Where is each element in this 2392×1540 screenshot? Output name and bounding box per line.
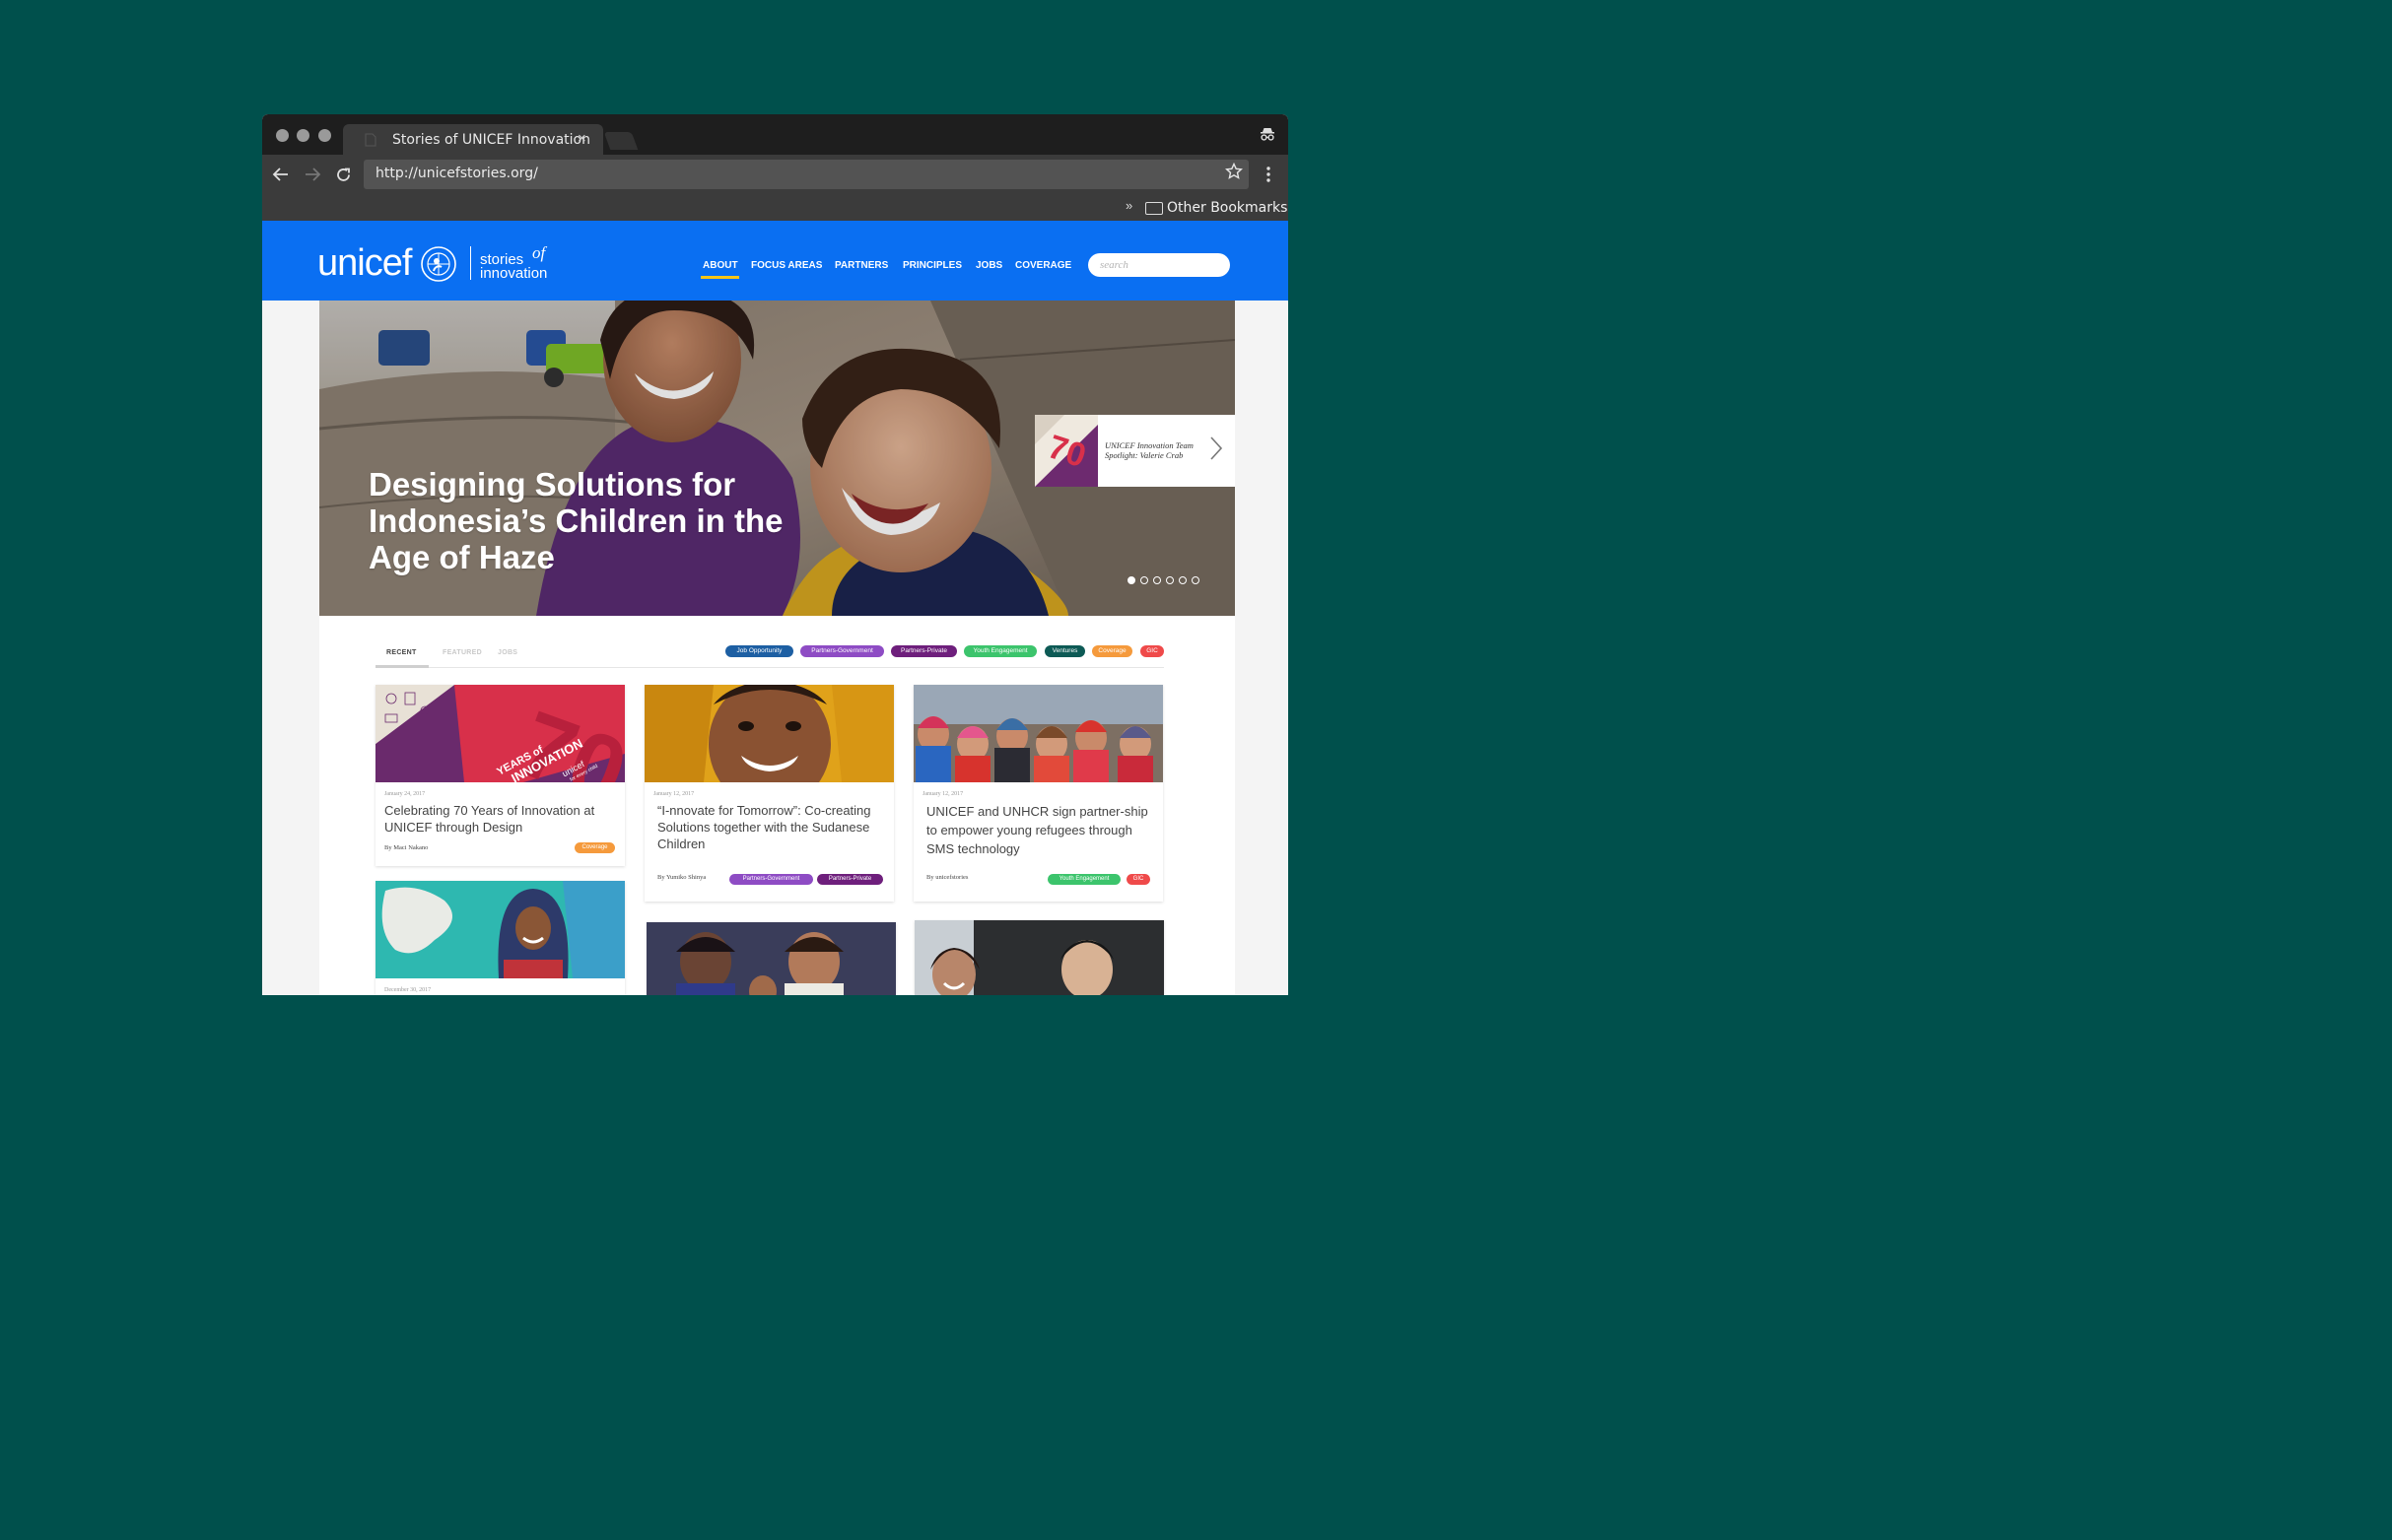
logo-tagline-of: of [532,243,546,262]
story-card[interactable]: 70 YEARS of INNOVATION unicef for every … [376,685,625,866]
story-date: January 12, 2017 [653,791,695,797]
story-image: 70 YEARS of INNOVATION unicef for every … [376,685,625,782]
main-content: Designing Solutions for Indonesia’s Chil… [319,301,1235,995]
story-date: January 24, 2017 [384,791,426,797]
nav-principles[interactable]: PRINCIPLES [903,260,962,271]
nav-partners[interactable]: PARTNERS [835,260,888,271]
filter-youth-engagement[interactable]: Youth Engagement [964,645,1037,657]
story-image [376,881,625,978]
close-window-button[interactable] [276,129,289,142]
tab-featured[interactable]: FEATURED [443,649,482,656]
folder-icon [1145,202,1163,215]
spotlight-text: UNICEF Innovation Team Spotlight: Valeri… [1105,440,1194,460]
browser-tab[interactable]: Stories of UNICEF Innovation × [343,124,603,156]
hero-title[interactable]: Designing Solutions for Indonesia’s Chil… [369,466,802,575]
tab-active-indicator [376,665,429,668]
story-title[interactable]: UNICEF and UNHCR sign partner-ship to em… [926,802,1155,858]
logo-tagline-innovation: innovation [480,265,548,282]
new-tab-button[interactable] [603,132,639,150]
slide-dot-5[interactable] [1179,576,1187,584]
close-tab-icon[interactable]: × [578,130,586,147]
menu-icon[interactable] [1265,166,1271,183]
address-bar[interactable]: http://unicefstories.org/ [364,160,1249,189]
maximize-window-button[interactable] [318,129,331,142]
spotlight-thumbnail: 70 [1035,415,1098,487]
story-card[interactable] [647,922,896,995]
story-card[interactable]: January 12, 2017 UNICEF and UNHCR sign p… [914,685,1163,902]
tab-recent[interactable]: RECENT [386,649,417,656]
next-slide-icon[interactable] [1208,435,1224,462]
story-card[interactable]: January 12, 2017 “I-nnovate for Tomorrow… [645,685,894,902]
unicef-emblem-icon [421,246,456,282]
site-logo[interactable]: unicef stories of innovation [317,242,574,284]
nav-about[interactable]: ABOUT [703,260,738,271]
browser-toolbar: http://unicefstories.org/ [262,155,1288,196]
story-title[interactable]: Celebrating 70 Years of Innovation at UN… [384,802,621,836]
story-tag-gic[interactable]: GIC [1127,874,1150,885]
star-icon[interactable] [1225,163,1243,180]
back-icon[interactable] [272,167,290,182]
story-date: December 30, 2017 [384,987,432,993]
filter-partners-private[interactable]: Partners-Private [891,645,957,657]
story-image [915,920,1164,995]
logo-wordmark: unicef [317,242,412,284]
slide-dot-3[interactable] [1153,576,1161,584]
filter-ventures[interactable]: Ventures [1045,645,1085,657]
story-author: By Maci Nakano [384,844,429,851]
slide-dot-4[interactable] [1166,576,1174,584]
story-card[interactable] [915,920,1164,995]
hero-slider[interactable]: Designing Solutions for Indonesia’s Chil… [319,301,1235,616]
site-header: unicef stories of innovation ABOUT FOCUS… [262,221,1288,301]
nav-active-indicator [701,276,739,279]
story-card[interactable]: December 30, 2017 [376,881,625,995]
nav-jobs[interactable]: JOBS [976,260,1002,271]
story-tag-coverage[interactable]: Coverage [575,842,615,853]
tab-jobs[interactable]: JOBS [498,649,517,656]
story-tag-youth-engagement[interactable]: Youth Engagement [1048,874,1121,885]
filter-partners-government[interactable]: Partners-Government [800,645,884,657]
story-author: By Yumiko Shinya [657,874,707,881]
reload-icon[interactable] [335,167,352,183]
title-bar: Stories of UNICEF Innovation × [262,114,1288,156]
tab-title: Stories of UNICEF Innovation [392,132,590,148]
logo-divider [470,246,471,280]
story-tag-partners-government[interactable]: Partners-Government [729,874,813,885]
filter-coverage[interactable]: Coverage [1092,645,1132,657]
slide-dot-6[interactable] [1192,576,1199,584]
bookmarks-bar: » Other Bookmarks [262,196,1288,221]
url-text[interactable]: http://unicefstories.org/ [376,166,538,181]
filter-job-opportunity[interactable]: Job Opportunity [725,645,793,657]
spotlight-card[interactable]: 70 UNICEF Innovation Team Spotlight: Val… [1035,415,1235,487]
slide-dot-1[interactable] [1128,576,1135,584]
nav-focus-areas[interactable]: FOCUS AREAS [751,260,822,271]
bookmarks-overflow-icon[interactable]: » [1126,198,1132,213]
page-icon [365,133,376,147]
forward-icon[interactable] [304,167,321,182]
story-date: January 12, 2017 [923,791,964,797]
slide-dot-2[interactable] [1140,576,1148,584]
story-title[interactable]: “I-nnovate for Tomorrow”: Co-creating So… [657,802,874,852]
tabs-divider [376,667,1164,668]
story-image [914,685,1163,782]
browser-window: Stories of UNICEF Innovation × http://un… [262,114,1288,995]
web-page: unicef stories of innovation ABOUT FOCUS… [262,221,1288,995]
filter-gic[interactable]: GIC [1140,645,1164,657]
other-bookmarks-button[interactable]: Other Bookmarks [1167,200,1287,216]
minimize-window-button[interactable] [297,129,309,142]
incognito-icon [1261,128,1274,141]
story-tag-partners-private[interactable]: Partners-Private [817,874,883,885]
search-input[interactable] [1088,253,1230,277]
story-image [645,685,894,782]
nav-coverage[interactable]: COVERAGE [1015,260,1071,271]
story-image [647,922,896,995]
story-author: By unicefstories [926,874,969,881]
